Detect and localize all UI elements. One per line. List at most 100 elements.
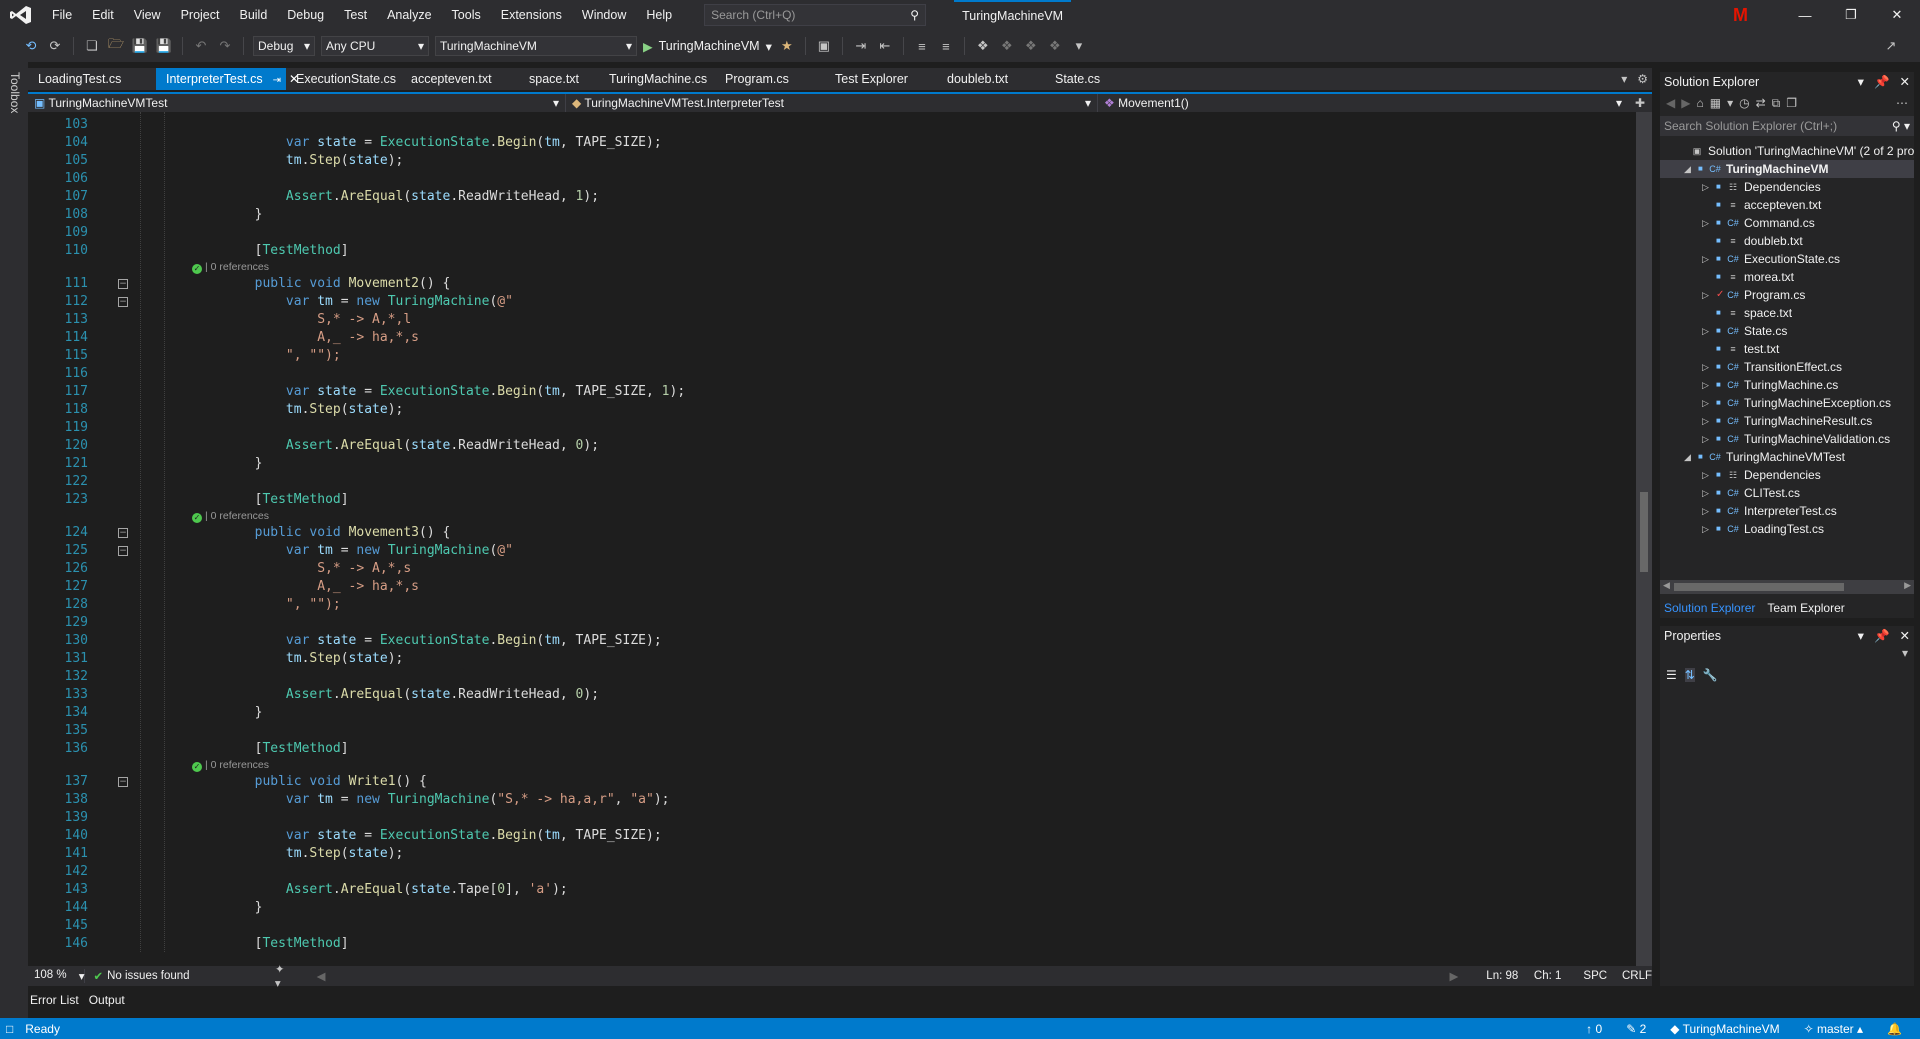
collapse-all-icon[interactable]: ⧉	[1772, 96, 1781, 111]
copy-icon[interactable]: ❐	[1786, 96, 1797, 110]
restore-icon[interactable]: ❐	[1828, 0, 1874, 30]
clear-bookmarks-icon[interactable]: ❖	[1046, 37, 1064, 55]
document-tab[interactable]: TuringMachine.cs	[599, 68, 715, 90]
tree-item[interactable]: ▷ C# ■ TuringMachine.cs	[1660, 376, 1914, 394]
sync-icon[interactable]: ⇄	[1756, 96, 1766, 110]
codelens-references[interactable]: ✓ | 0 references	[192, 758, 269, 772]
menu-view[interactable]: View	[124, 0, 171, 30]
next-bookmark-icon[interactable]: ❖	[1022, 37, 1040, 55]
collapse-icon[interactable]: −	[118, 297, 128, 307]
codelens-references[interactable]: ✓ | 0 references	[192, 509, 269, 523]
collapsed-arrow-icon[interactable]: ▷	[1702, 286, 1712, 304]
code-editor[interactable]: 103 104 var state = ExecutionState.Begin(…	[28, 112, 1636, 966]
tree-item[interactable]: ▷ C# ■ TuringMachineException.cs	[1660, 394, 1914, 412]
document-tab[interactable]: State.cs	[1045, 68, 1115, 90]
menu-help[interactable]: Help	[636, 0, 682, 30]
document-tab[interactable]: accepteven.txt	[401, 68, 519, 90]
split-window-icon[interactable]: ✚	[1628, 96, 1652, 110]
configuration-dropdown[interactable]: Debug ▾	[253, 36, 315, 56]
tree-item[interactable]: ≡ ■ doubleb.txt	[1660, 232, 1914, 250]
output-window-icon[interactable]: □	[6, 1022, 13, 1036]
switch-views-icon[interactable]: ▦	[1710, 96, 1721, 110]
tree-item[interactable]: ▷ C# ■ InterpreterTest.cs	[1660, 502, 1914, 520]
line-ending[interactable]: CRLF	[1622, 970, 1652, 982]
scroll-right-icon[interactable]: ▶	[1904, 580, 1911, 591]
browser-link-icon[interactable]: ★	[778, 37, 796, 55]
start-debugging-button[interactable]: ▶ TuringMachineVM ▾	[643, 39, 772, 54]
document-tab[interactable]: doubleb.txt	[937, 68, 1045, 90]
tree-item[interactable]: ▷ C# ■ CLITest.cs	[1660, 484, 1914, 502]
categorized-icon[interactable]: ☰	[1666, 668, 1677, 682]
tree-item[interactable]: ▷ C# ■ ExecutionState.cs	[1660, 250, 1914, 268]
pin-icon[interactable]: 📌	[1874, 72, 1890, 92]
member-dropdown[interactable]: ❖ Movement1() ▾	[1098, 94, 1628, 112]
test-passed-icon[interactable]: ✓	[192, 762, 202, 772]
collapsed-arrow-icon[interactable]: ▷	[1702, 466, 1712, 484]
close-icon[interactable]: ✕	[1900, 72, 1910, 92]
tree-item[interactable]: ≡ ■ morea.txt	[1660, 268, 1914, 286]
tree-item[interactable]: ▷ ☷ ■ Dependencies	[1660, 466, 1914, 484]
redo-icon[interactable]: ↷	[216, 37, 234, 55]
indentation-mode[interactable]: SPC	[1583, 970, 1612, 982]
tree-item[interactable]: ▷ C# ✓ Program.cs	[1660, 286, 1914, 304]
visual-studio-logo-icon[interactable]	[0, 0, 42, 30]
pending-edits-indicator[interactable]: ✎ 2	[1626, 1022, 1646, 1036]
tab-output[interactable]: Output	[89, 993, 125, 1007]
collapse-icon[interactable]: −	[118, 279, 128, 289]
document-tab[interactable]: Program.cs	[715, 68, 825, 90]
document-tab[interactable]: Test Explorer	[825, 68, 937, 90]
tree-item[interactable]: ▷ C# ■ State.cs	[1660, 322, 1914, 340]
scroll-left-icon[interactable]: ◀	[1663, 580, 1670, 591]
close-icon[interactable]: ✕	[1900, 626, 1910, 646]
menu-analyze[interactable]: Analyze	[377, 0, 441, 30]
menu-test[interactable]: Test	[334, 0, 377, 30]
screenshot-icon[interactable]: ▣	[815, 37, 833, 55]
document-tab[interactable]: space.txt	[519, 68, 599, 90]
scroll-left-icon[interactable]: ◀	[317, 969, 326, 983]
tree-item[interactable]: ▷ C# ■ LoadingTest.cs	[1660, 520, 1914, 538]
tree-item[interactable]: ≡ ■ accepteven.txt	[1660, 196, 1914, 214]
column-number[interactable]: Ch: 1	[1534, 970, 1584, 982]
property-pages-icon[interactable]: 🔧	[1703, 668, 1718, 682]
collapsed-arrow-icon[interactable]: ▷	[1702, 430, 1712, 448]
pin-icon[interactable]: ⇥	[273, 75, 281, 86]
collapse-icon[interactable]: −	[118, 546, 128, 556]
chevron-down-icon[interactable]: ▾	[1727, 96, 1733, 110]
chevron-down-icon[interactable]: ▾	[1858, 626, 1864, 646]
collapse-icon[interactable]: −	[118, 777, 128, 787]
new-project-icon[interactable]: ❏	[83, 37, 101, 55]
project-dropdown[interactable]: ▣ TuringMachineVMTest ▾	[28, 94, 566, 112]
prev-bookmark-icon[interactable]: ❖	[998, 37, 1016, 55]
document-tab[interactable]: ExecutionState.cs	[286, 68, 401, 90]
navigate-forward-icon[interactable]: ⟳	[46, 37, 64, 55]
solution-horizontal-scrollbar[interactable]: ◀ ▶	[1660, 580, 1914, 594]
collapsed-arrow-icon[interactable]: ▷	[1702, 502, 1712, 520]
collapsed-arrow-icon[interactable]: ▷	[1702, 250, 1712, 268]
tree-item[interactable]: ▣ Solution 'TuringMachineVM' (2 of 2 proj…	[1660, 142, 1914, 160]
alphabetical-icon[interactable]: ⇅	[1684, 668, 1695, 682]
tab-solution-explorer[interactable]: Solution Explorer	[1664, 601, 1755, 615]
toolbar-options-icon[interactable]: ▾	[1070, 37, 1088, 55]
tree-item[interactable]: ▷ C# ■ Command.cs	[1660, 214, 1914, 232]
test-passed-icon[interactable]: ✓	[192, 513, 202, 523]
back-icon[interactable]: ◀	[1666, 96, 1675, 110]
undo-icon[interactable]: ↶	[192, 37, 210, 55]
collapsed-arrow-icon[interactable]: ▷	[1702, 484, 1712, 502]
scrollbar-thumb[interactable]	[1674, 583, 1844, 591]
home-icon[interactable]: ⌂	[1696, 96, 1703, 110]
live-share-icon[interactable]: ↗	[1882, 37, 1900, 55]
uncomment-icon[interactable]: ≡	[937, 37, 955, 55]
solution-search-input[interactable]: Search Solution Explorer (Ctrl+;) ⚲ ▾	[1660, 116, 1914, 136]
collapsed-arrow-icon[interactable]: ▷	[1702, 322, 1712, 340]
expanded-arrow-icon[interactable]: ◢	[1684, 448, 1694, 466]
repository-indicator[interactable]: ◆ TuringMachineVM	[1670, 1022, 1779, 1036]
bookmark-icon[interactable]: ❖	[974, 37, 992, 55]
zoom-dropdown[interactable]: 108 % ▾	[28, 969, 86, 983]
step-into-icon[interactable]: ⇥	[852, 37, 870, 55]
properties-object-selector[interactable]: ▾	[1660, 646, 1914, 664]
startup-project-dropdown[interactable]: TuringMachineVM ▾	[435, 36, 637, 56]
collapsed-arrow-icon[interactable]: ▷	[1702, 358, 1712, 376]
tree-item[interactable]: ▷ C# ■ TuringMachineResult.cs	[1660, 412, 1914, 430]
tree-item[interactable]: ▷ C# ■ TransitionEffect.cs	[1660, 358, 1914, 376]
tree-item[interactable]: ◢ C# ■ TuringMachineVM	[1660, 160, 1914, 178]
